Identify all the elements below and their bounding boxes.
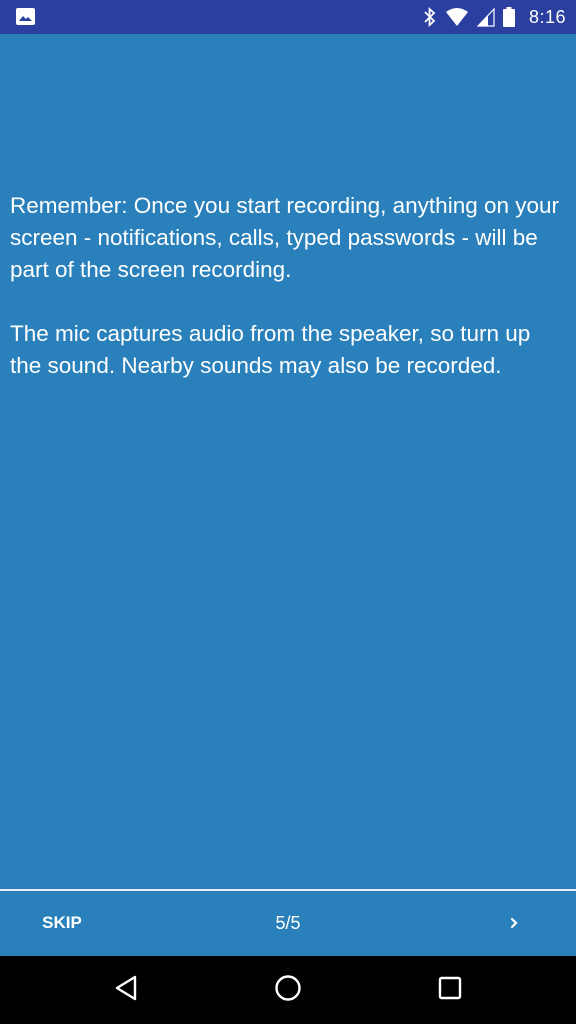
warning-paragraph: Remember: Once you start recording, anyt… xyxy=(10,193,560,282)
home-button[interactable] xyxy=(266,968,310,1012)
onboarding-footer: SKIP 5/5 xyxy=(0,891,576,956)
bluetooth-icon xyxy=(423,7,437,27)
battery-icon xyxy=(502,7,515,27)
home-icon xyxy=(274,974,302,1007)
next-button[interactable] xyxy=(490,905,538,943)
page-indicator: 5/5 xyxy=(275,913,301,933)
skip-button[interactable]: SKIP xyxy=(22,905,102,941)
image-icon xyxy=(16,8,35,25)
onboarding-text: Remember: Once you start recording, anyt… xyxy=(10,190,566,414)
cell-signal-icon xyxy=(476,7,495,27)
back-icon xyxy=(113,974,139,1007)
onboarding-screen: 8:16 Remember: Once you start recording,… xyxy=(0,0,576,1024)
recents-icon xyxy=(438,976,462,1005)
status-time: 8:16 xyxy=(528,6,566,27)
status-bar: 8:16 xyxy=(0,0,576,34)
audio-paragraph: The mic captures audio from the speaker,… xyxy=(10,321,531,378)
navigation-bar xyxy=(0,956,576,1024)
status-icons: 8:16 xyxy=(423,0,566,34)
recents-button[interactable] xyxy=(428,968,472,1012)
wifi-icon xyxy=(445,7,469,27)
chevron-right-icon xyxy=(509,915,519,934)
back-button[interactable] xyxy=(104,968,148,1012)
